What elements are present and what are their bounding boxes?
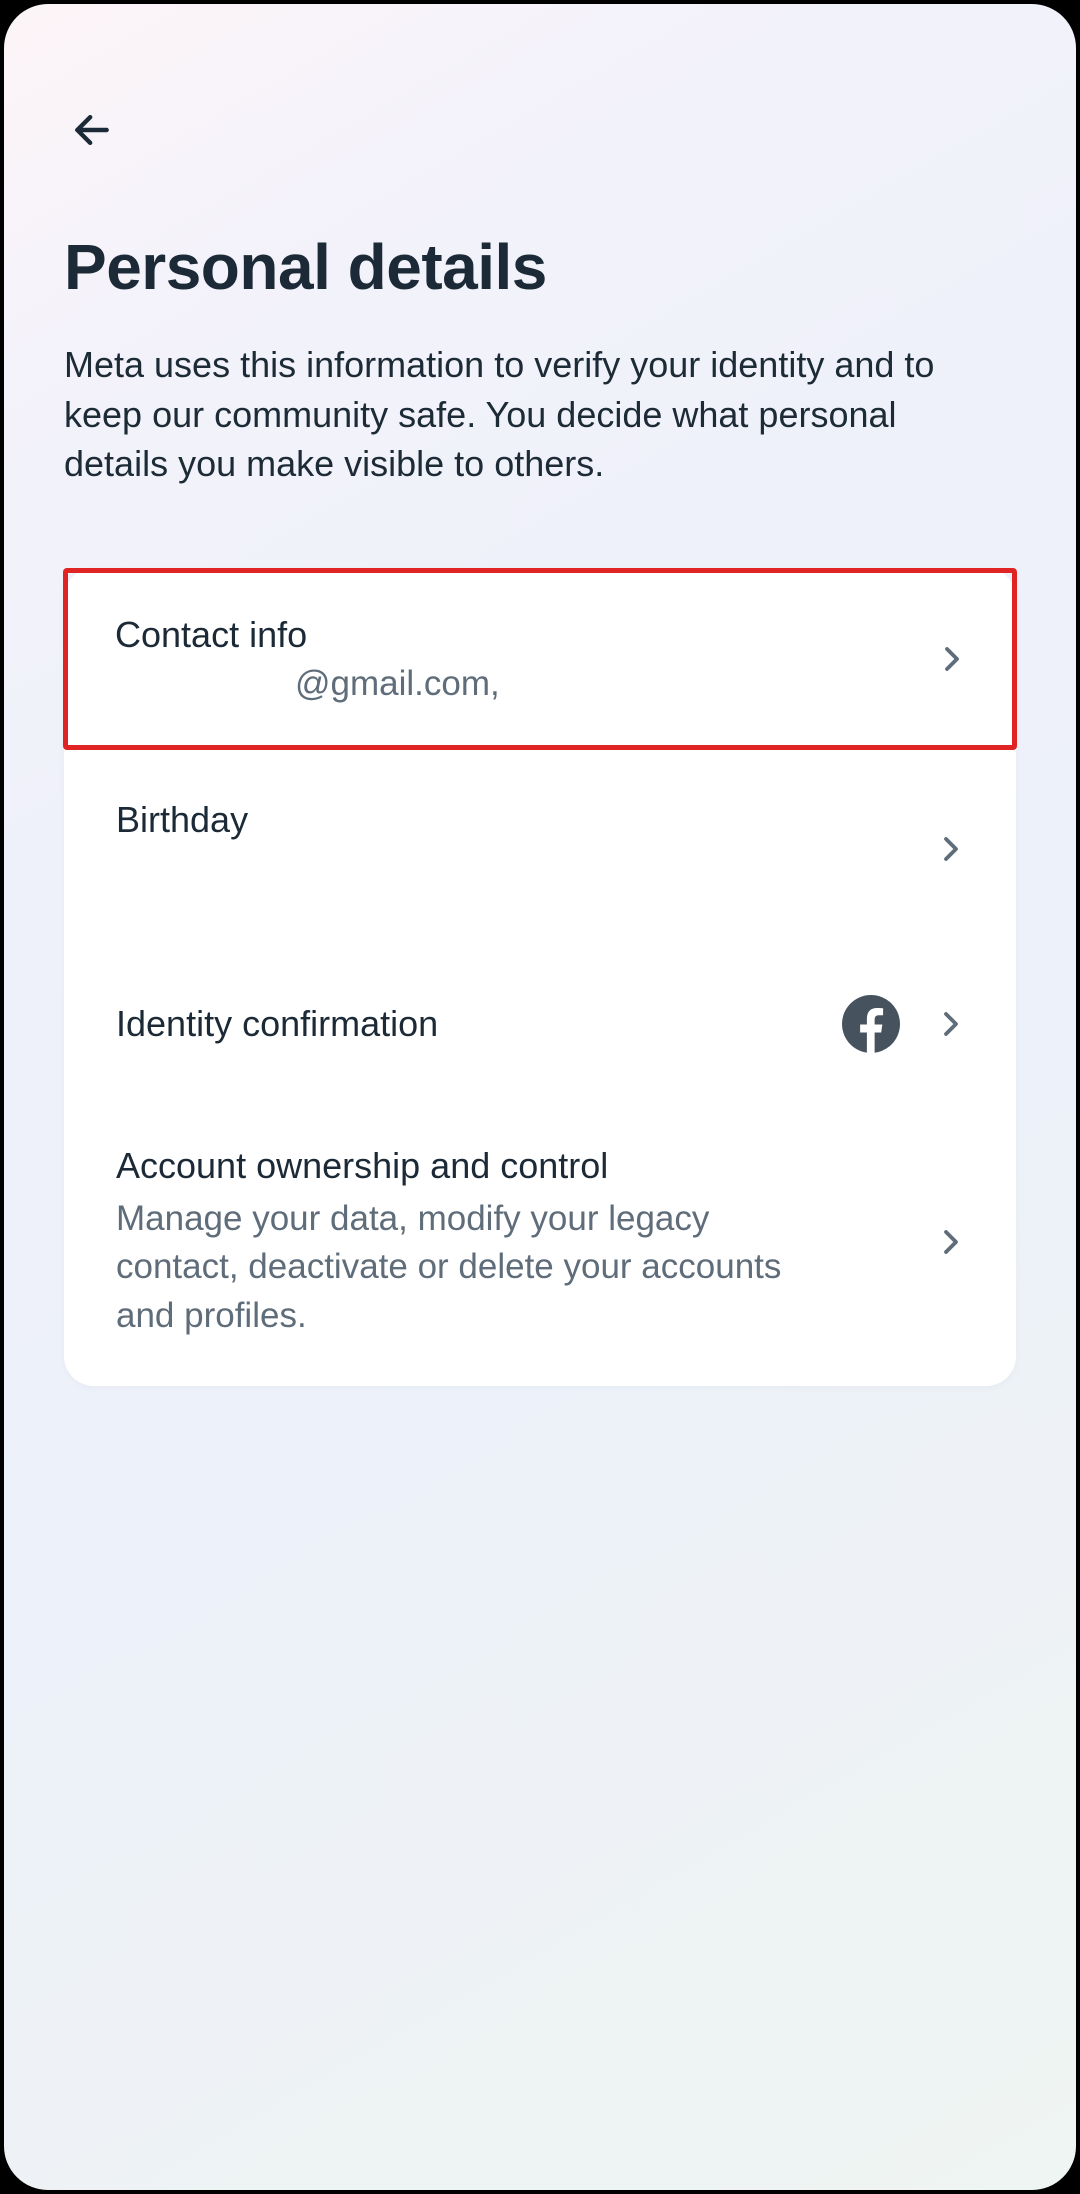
row-right — [936, 834, 966, 864]
page-title: Personal details — [64, 230, 1016, 304]
back-button[interactable] — [64, 104, 120, 160]
contact-info-row[interactable]: Contact info @gmail.com, — [63, 568, 1017, 750]
row-title: Birthday — [116, 799, 936, 841]
chevron-right-icon — [936, 1227, 966, 1257]
row-right — [936, 1227, 966, 1257]
row-title: Contact info — [115, 614, 937, 656]
row-description: Manage your data, modify your legacy con… — [116, 1195, 816, 1340]
arrow-left-icon — [70, 108, 114, 157]
chevron-right-icon — [936, 1009, 966, 1039]
row-subtitle: @gmail.com, — [115, 664, 937, 704]
header: Personal details Meta uses this informat… — [4, 4, 1076, 489]
chevron-right-icon — [937, 644, 967, 674]
page-description: Meta uses this information to verify you… — [64, 340, 984, 489]
settings-card: Contact info @gmail.com, Birthday — [64, 568, 1016, 1386]
row-right — [842, 995, 966, 1053]
chevron-right-icon — [936, 834, 966, 864]
row-title: Account ownership and control — [116, 1145, 936, 1187]
row-right — [937, 644, 967, 674]
facebook-icon — [842, 995, 900, 1053]
account-ownership-row[interactable]: Account ownership and control Manage you… — [64, 1099, 1016, 1386]
screen: Personal details Meta uses this informat… — [4, 4, 1076, 2190]
row-body: Account ownership and control Manage you… — [116, 1145, 936, 1340]
row-body: Contact info @gmail.com, — [115, 614, 937, 704]
birthday-row[interactable]: Birthday — [64, 749, 1016, 949]
row-body: Identity confirmation — [116, 1003, 842, 1045]
identity-confirmation-row[interactable]: Identity confirmation — [64, 949, 1016, 1099]
row-title: Identity confirmation — [116, 1003, 842, 1045]
row-body: Birthday — [116, 795, 936, 841]
